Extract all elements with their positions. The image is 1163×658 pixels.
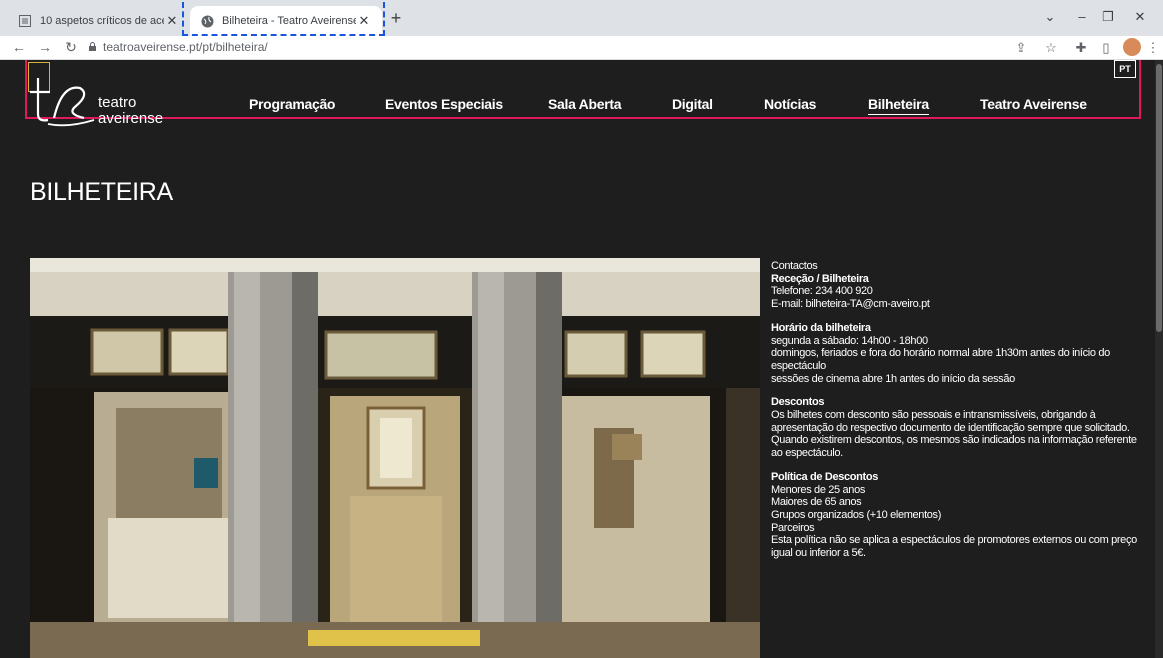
chevron-down-icon[interactable]: ⌄ [1038,9,1062,25]
page-title: BILHETEIRA [30,178,173,206]
close-tab-icon[interactable]: ✕ [164,13,180,29]
extensions-icon[interactable]: ✚ [1072,40,1090,56]
tab-accessibility[interactable]: 10 aspetos críticos de acessibilidade ✕ [8,6,190,36]
profile-avatar[interactable] [1123,38,1141,56]
phone-text: Telefone: 234 400 920 [771,285,873,298]
menu-dots-icon[interactable]: ⋮ [1144,40,1162,56]
web-page: teatro aveirense Programação Eventos Esp… [0,60,1163,658]
page-scrollbar[interactable] [1155,60,1163,658]
discounts-text: Quando existirem descontos, os mesmos sã… [771,434,1137,460]
new-tab-button[interactable]: + [386,8,406,29]
side-panel-icon[interactable]: ▯ [1097,40,1115,56]
box-office-photo [30,258,760,658]
hours-line: domingos, feriados e fora do horário nor… [771,347,1110,372]
star-icon[interactable]: ☆ [1042,40,1060,56]
contacts-heading: Contactos [771,260,818,272]
box-office-info: Contactos Receção / Bilheteira Telefone:… [771,260,1141,571]
browser-tab-bar: 10 aspetos críticos de acessibilidade ✕ … [0,0,1163,36]
url-text: teatroaveirense.pt/pt/bilheteira/ [103,40,268,54]
discounts-section: Descontos Os bilhetes com desconto são p… [771,396,1141,460]
policy-line: Menores de 25 anos [771,483,865,496]
email-text[interactable]: E-mail: bilheteira-TA@cm-aveiro.pt [771,298,1141,311]
share-icon[interactable]: ⇪ [1012,40,1030,56]
logo-mark-icon[interactable] [28,74,98,130]
policy-heading: Política de Descontos [771,470,878,483]
logo-text-teatro: teatro [98,94,137,111]
contacts-section: Contactos Receção / Bilheteira Telefone:… [771,260,1141,311]
nav-item-digital[interactable]: Digital [672,96,713,112]
hours-heading: Horário da bilheteira [771,321,871,334]
nav-item-teatro-aveirense[interactable]: Teatro Aveirense [980,96,1087,112]
address-bar: ← → ↻ teatroaveirense.pt/pt/bilheteira/ … [0,36,1163,60]
focus-indicator [182,2,385,36]
minimize-icon[interactable]: – [1070,9,1094,24]
policy-line: Parceiros [771,521,815,534]
tab-title: 10 aspetos críticos de acessibilidade [40,15,164,27]
document-list-icon [18,14,32,28]
back-arrow-icon[interactable]: ← [10,39,28,55]
policy-line: Esta política não se aplica a espectácul… [771,534,1137,560]
reload-icon[interactable]: ↻ [62,39,80,56]
reception-heading: Receção / Bilheteira [771,272,869,285]
forward-arrow-icon[interactable]: → [36,39,54,55]
nav-item-eventos-especiais[interactable]: Eventos Especiais [385,96,503,112]
nav-item-bilheteira[interactable]: Bilheteira [868,96,929,115]
hours-section: Horário da bilheteira segunda a sábado: … [771,322,1141,386]
window-close-icon[interactable]: ✕ [1128,9,1152,25]
url-field[interactable]: teatroaveirense.pt/pt/bilheteira/ [88,40,268,54]
logo-text-aveirense: aveirense [98,110,164,127]
nav-item-noticias[interactable]: Notícias [764,96,816,112]
restore-icon[interactable]: ❐ [1096,9,1120,25]
discounts-heading: Descontos [771,396,825,409]
policy-line: Maiores de 65 anos [771,496,862,509]
language-selector[interactable]: PT [1114,60,1136,78]
scrollbar-thumb[interactable] [1156,64,1162,332]
hours-line: segunda a sábado: 14h00 - 18h00 [771,334,928,347]
policy-line: Grupos organizados (+10 elementos) [771,508,942,521]
nav-item-sala-aberta[interactable]: Sala Aberta [548,96,622,112]
nav-item-programacao[interactable]: Programação [249,96,335,112]
hours-line: sessões de cinema abre 1h antes do iníci… [771,372,1015,385]
policy-section: Política de Descontos Menores de 25 anos… [771,471,1141,560]
lock-icon [88,40,97,51]
discounts-text: Os bilhetes com desconto são pessoais e … [771,409,1130,434]
